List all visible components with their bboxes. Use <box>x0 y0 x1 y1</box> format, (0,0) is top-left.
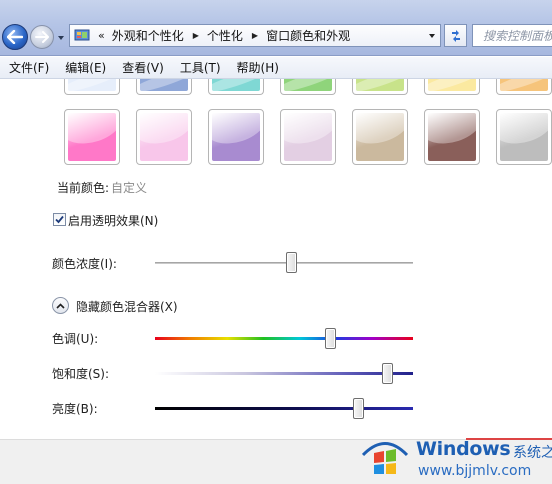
checkmark-icon <box>55 215 64 224</box>
menu-file[interactable]: 文件(F) <box>0 59 57 76</box>
transparency-label[interactable]: 启用透明效果(N) <box>68 212 158 229</box>
color-swatch[interactable] <box>280 79 336 95</box>
swatch-color <box>140 113 188 161</box>
watermark-brand-cn: 系统之家 <box>513 445 552 461</box>
swatch-color <box>428 113 476 161</box>
color-swatch[interactable] <box>496 109 552 165</box>
address-bar[interactable]: « 外观和个性化 ▶ 个性化 ▶ 窗口颜色和外观 <box>69 24 441 47</box>
color-swatch[interactable] <box>64 109 120 165</box>
mixer-slider-thumb[interactable] <box>324 328 336 349</box>
swatch-color <box>284 113 332 161</box>
menu-edit[interactable]: 编辑(E) <box>57 59 114 76</box>
color-swatch[interactable] <box>208 79 264 95</box>
menu-help[interactable]: 帮助(H) <box>229 59 287 76</box>
refresh-button[interactable] <box>444 24 467 47</box>
mixer-slider-thumb[interactable] <box>381 363 393 384</box>
color-swatch[interactable] <box>496 79 552 95</box>
swatch-color <box>68 79 116 91</box>
collapse-mixer-button[interactable] <box>52 297 69 314</box>
address-dropdown-icon[interactable] <box>428 32 436 40</box>
color-swatch[interactable] <box>136 79 192 95</box>
watermark-url: www.bjjmlv.com <box>418 463 532 479</box>
color-swatch[interactable] <box>136 109 192 165</box>
search-placeholder: 搜索控制面板 <box>483 29 552 43</box>
watermark-brand: Windows <box>416 438 511 460</box>
color-swatch[interactable] <box>424 109 480 165</box>
forward-button[interactable] <box>30 25 54 49</box>
menu-tools[interactable]: 工具(T) <box>172 59 229 76</box>
mixer-slider-track[interactable] <box>155 407 413 410</box>
mixer-label: 亮度(B): <box>52 402 98 416</box>
color-swatch[interactable] <box>352 109 408 165</box>
breadcrumb-overflow[interactable]: « <box>98 29 105 42</box>
color-swatch[interactable] <box>280 109 336 165</box>
watermark: Windows 系统之家 www.bjjmlv.com <box>350 428 552 484</box>
intensity-slider-thumb[interactable] <box>286 252 298 273</box>
control-panel-icon <box>74 29 90 40</box>
current-color-value: 自定义 <box>111 181 148 195</box>
mixer-label: 色调(U): <box>52 332 99 346</box>
swatch-color <box>140 79 188 91</box>
color-swatch[interactable] <box>208 109 264 165</box>
breadcrumb-item[interactable]: 个性化 <box>207 27 243 44</box>
back-arrow-icon <box>7 30 23 44</box>
title-bar: « 外观和个性化 ▶ 个性化 ▶ 窗口颜色和外观 搜索控制面板 <box>0 0 552 56</box>
swatch-color <box>500 79 548 91</box>
color-swatch[interactable] <box>64 79 120 95</box>
mixer-slider-thumb[interactable] <box>353 398 365 419</box>
breadcrumb-separator-icon[interactable]: ▶ <box>252 31 258 40</box>
search-input[interactable]: 搜索控制面板 <box>472 24 552 47</box>
mixer-slider-track[interactable] <box>155 337 413 340</box>
refresh-icon <box>451 29 460 42</box>
back-button[interactable] <box>2 24 28 50</box>
current-color-label: 当前颜色: <box>57 181 110 195</box>
recent-pages-dropdown-icon[interactable] <box>57 34 65 42</box>
swatch-color <box>68 113 116 161</box>
swatch-color <box>356 113 404 161</box>
color-swatch[interactable] <box>424 79 480 95</box>
breadcrumb-item[interactable]: 窗口颜色和外观 <box>266 27 350 44</box>
intensity-slider-track[interactable] <box>155 262 413 264</box>
menu-bar: 文件(F) 编辑(E) 查看(V) 工具(T) 帮助(H) <box>0 57 552 79</box>
windows-logo-icon <box>362 442 408 474</box>
transparency-checkbox[interactable] <box>53 213 66 226</box>
swatch-color <box>212 113 260 161</box>
menu-view[interactable]: 查看(V) <box>114 59 172 76</box>
swatch-color <box>500 113 548 161</box>
swatch-color <box>284 79 332 91</box>
mixer-label: 饱和度(S): <box>52 367 110 381</box>
color-swatch[interactable] <box>352 79 408 95</box>
swatch-color <box>212 79 260 91</box>
mixer-toggle-label[interactable]: 隐藏颜色混合器(X) <box>76 298 178 315</box>
mixer-slider-track[interactable] <box>155 372 413 375</box>
swatch-color <box>356 79 404 91</box>
chevron-up-icon <box>56 302 65 309</box>
forward-arrow-icon <box>35 31 49 43</box>
swatch-color <box>428 79 476 91</box>
breadcrumb: « 外观和个性化 ▶ 个性化 ▶ 窗口颜色和外观 <box>92 25 350 46</box>
breadcrumb-separator-icon[interactable]: ▶ <box>193 31 199 40</box>
breadcrumb-item[interactable]: 外观和个性化 <box>112 27 184 44</box>
intensity-label: 颜色浓度(I): <box>52 257 117 271</box>
